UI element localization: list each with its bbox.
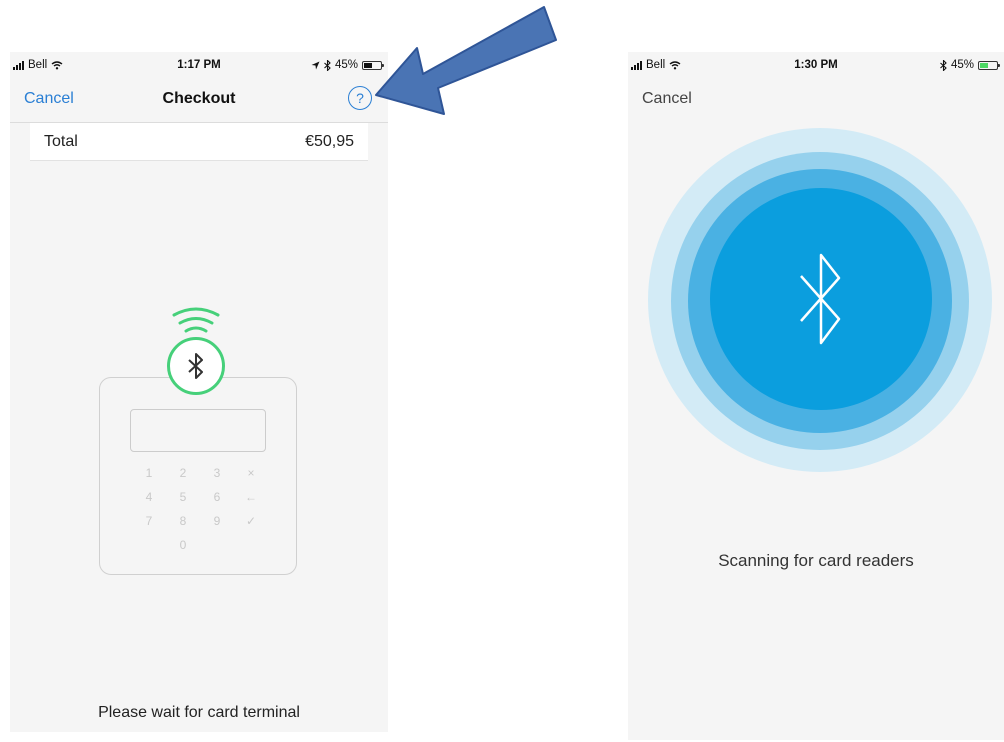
location-icon <box>311 61 320 69</box>
battery-icon <box>362 60 384 70</box>
total-row: Total €50,95 <box>30 123 368 161</box>
battery-icon <box>978 60 1000 70</box>
scanning-screen: Bell 1:30 PM 45% Cancel Scanning for car… <box>628 52 1004 740</box>
key-3: 3 <box>213 466 221 480</box>
key-6: 6 <box>213 490 221 504</box>
key-back: ← <box>245 490 257 504</box>
key-5: 5 <box>179 490 187 504</box>
key-9: 9 <box>213 514 221 528</box>
status-message: Please wait for card terminal <box>98 704 300 721</box>
total-label: Total <box>44 133 78 150</box>
battery-percent: 45% <box>950 59 974 71</box>
card-terminal-illustration: 1 2 3 × 4 5 6 ← 7 8 9 ✓ 0 <box>99 377 297 575</box>
bluetooth-badge <box>167 337 225 395</box>
key-1: 1 <box>145 466 153 480</box>
key-empty <box>132 538 166 562</box>
navigation-bar: Cancel Checkout ? <box>10 82 388 122</box>
key-empty <box>234 538 268 562</box>
wifi-icon <box>172 307 220 333</box>
status-bar: Bell 1:30 PM 45% <box>628 52 1004 82</box>
page-title: Checkout <box>162 90 236 107</box>
checkout-screen: Bell 1:17 PM 45% Cancel Checkout ? Total… <box>10 52 388 732</box>
key-ok: ✓ <box>245 514 257 528</box>
key-empty <box>200 538 234 562</box>
bluetooth-status-icon <box>324 59 331 71</box>
status-bar: Bell 1:17 PM 45% <box>10 52 388 82</box>
help-icon[interactable]: ? <box>348 86 372 110</box>
key-2: 2 <box>179 466 187 480</box>
key-4: 4 <box>145 490 153 504</box>
bluetooth-status-icon <box>940 59 947 71</box>
key-cancel: × <box>247 466 255 480</box>
cancel-button[interactable]: Cancel <box>642 90 692 108</box>
terminal-screen <box>130 409 266 452</box>
battery-percent: 45% <box>334 59 358 71</box>
key-7: 7 <box>145 514 153 528</box>
status-message: Scanning for card readers <box>718 551 914 570</box>
bluetooth-icon <box>800 253 841 345</box>
bluetooth-icon <box>188 353 203 379</box>
key-8: 8 <box>179 514 187 528</box>
key-0: 0 <box>179 538 187 552</box>
terminal-keypad: 1 2 3 × 4 5 6 ← 7 8 9 ✓ 0 <box>132 466 268 562</box>
total-amount: €50,95 <box>305 133 354 150</box>
